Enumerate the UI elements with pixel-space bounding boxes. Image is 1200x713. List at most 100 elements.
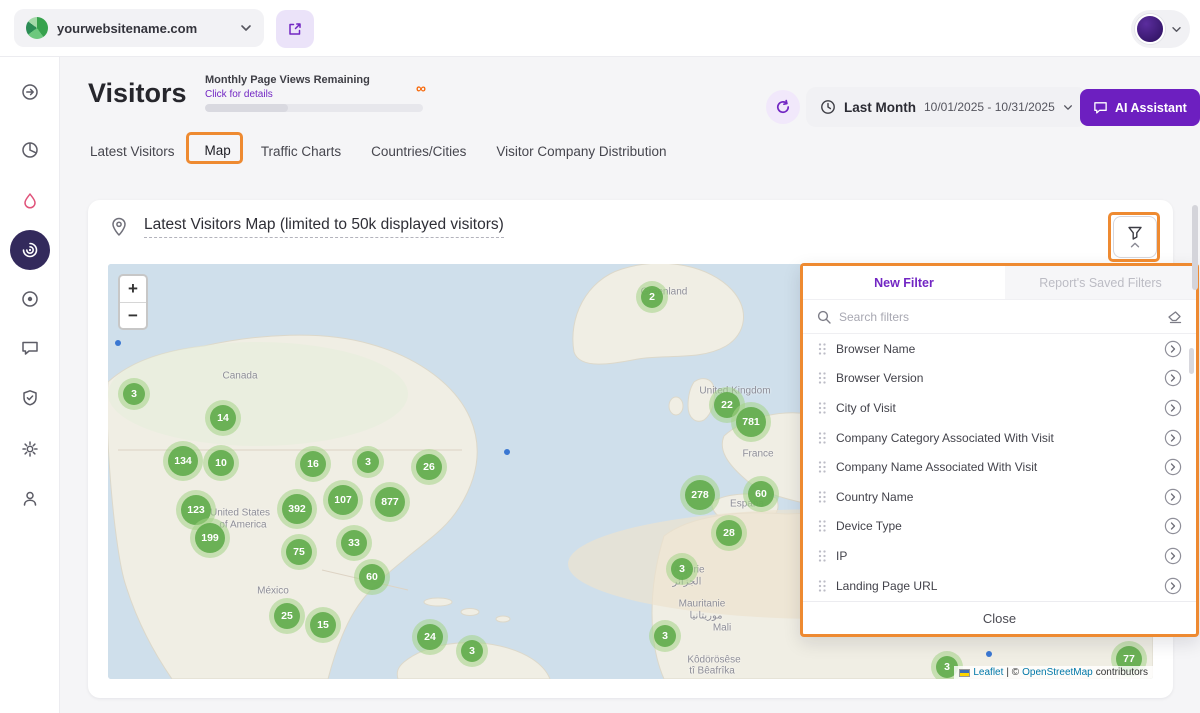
map-country-label: Canada <box>222 371 257 382</box>
ai-assistant-button[interactable]: AI Assistant <box>1080 89 1200 126</box>
open-website-button[interactable] <box>276 10 314 48</box>
apply-filter-icon[interactable] <box>1164 369 1182 387</box>
drag-handle-icon <box>817 371 827 385</box>
drag-handle-icon <box>817 579 827 593</box>
cluster-marker[interactable]: 75 <box>281 534 317 570</box>
map-filter-button[interactable] <box>1113 216 1157 258</box>
chat-icon <box>20 338 40 358</box>
sidebar-item-privacy[interactable] <box>10 378 50 418</box>
eraser-icon[interactable] <box>1167 310 1182 324</box>
visitor-dot[interactable] <box>115 340 121 346</box>
sidebar-item-modules[interactable] <box>10 72 50 112</box>
filter-item[interactable]: Browser Name <box>803 334 1196 364</box>
visitor-dot[interactable] <box>504 449 510 455</box>
cluster-marker[interactable]: 26 <box>411 449 447 485</box>
chevron-up-icon <box>1130 242 1140 248</box>
drag-handle-icon <box>817 490 827 504</box>
filter-item[interactable]: Device Type <box>803 512 1196 542</box>
cluster-marker[interactable]: 33 <box>336 525 372 561</box>
filter-item[interactable]: IP <box>803 541 1196 571</box>
search-filters-input[interactable] <box>839 310 1159 324</box>
cluster-marker[interactable]: 60 <box>354 559 390 595</box>
website-name: yourwebsitename.com <box>57 21 231 36</box>
search-icon <box>817 310 831 324</box>
cluster-marker[interactable]: 134 <box>163 441 203 481</box>
cluster-marker[interactable]: 199 <box>190 518 230 558</box>
cluster-marker[interactable]: 3 <box>118 378 150 410</box>
apply-filter-icon[interactable] <box>1164 429 1182 447</box>
infinity-badge: ∞ <box>416 80 426 96</box>
apply-filter-icon[interactable] <box>1164 488 1182 506</box>
cluster-marker[interactable]: 3 <box>649 620 681 652</box>
page-scrollbar[interactable] <box>1192 205 1198 290</box>
sidebar-item-communication[interactable] <box>10 328 50 368</box>
tab-new-filter[interactable]: New Filter <box>803 266 1005 299</box>
panel-scrollbar-thumb[interactable] <box>1189 348 1194 374</box>
zoom-in-button[interactable]: + <box>120 276 146 302</box>
tab-map[interactable]: Map <box>203 140 233 163</box>
refresh-button[interactable] <box>766 90 800 124</box>
sidebar-item-visitors[interactable] <box>10 230 50 270</box>
leaflet-link[interactable]: Leaflet <box>973 667 1003 678</box>
filter-panel-tabs: New Filter Report's Saved Filters <box>803 266 1196 300</box>
tab-visitor-company-distribution[interactable]: Visitor Company Distribution <box>494 141 668 162</box>
filter-item[interactable]: Landing Page URL <box>803 571 1196 601</box>
filter-item[interactable]: Company Name Associated With Visit <box>803 452 1196 482</box>
cluster-marker[interactable]: 2 <box>636 281 668 313</box>
filter-panel: New Filter Report's Saved Filters Browse… <box>800 263 1199 637</box>
cluster-marker[interactable]: 877 <box>370 482 410 522</box>
sidebar-item-web-analytics[interactable] <box>10 130 50 170</box>
cluster-marker[interactable]: 392 <box>277 489 317 529</box>
cluster-marker[interactable]: 25 <box>269 598 305 634</box>
cluster-marker[interactable]: 278 <box>680 475 720 515</box>
gear-icon <box>20 439 40 459</box>
visitor-dot[interactable] <box>986 651 992 657</box>
sidebar-item-companies[interactable] <box>10 279 50 319</box>
cluster-marker[interactable]: 60 <box>743 476 779 512</box>
filter-item[interactable]: City of Visit <box>803 393 1196 423</box>
pageviews-details-link[interactable]: Click for details <box>205 89 273 100</box>
filter-item[interactable]: Country Name <box>803 482 1196 512</box>
apply-filter-icon[interactable] <box>1164 399 1182 417</box>
filter-panel-close-button[interactable]: Close <box>803 601 1196 634</box>
tab-latest-visitors[interactable]: Latest Visitors <box>88 141 177 162</box>
website-selector[interactable]: yourwebsitename.com <box>14 9 264 47</box>
drag-handle-icon <box>817 431 827 445</box>
apply-filter-icon[interactable] <box>1164 547 1182 565</box>
filter-list: Browser NameBrowser VersionCity of Visit… <box>803 334 1196 601</box>
sidebar-item-settings[interactable] <box>10 429 50 469</box>
filter-item-label: Country Name <box>836 490 1155 504</box>
cluster-marker[interactable]: 15 <box>305 607 341 643</box>
filter-item[interactable]: Company Category Associated With Visit <box>803 423 1196 453</box>
cluster-marker[interactable]: 28 <box>711 515 747 551</box>
filter-item[interactable]: Browser Version <box>803 364 1196 394</box>
apply-filter-icon[interactable] <box>1164 517 1182 535</box>
cluster-marker[interactable]: 3 <box>666 553 698 585</box>
apply-filter-icon[interactable] <box>1164 458 1182 476</box>
cluster-marker[interactable]: 3 <box>456 635 488 667</box>
cluster-marker[interactable]: 14 <box>205 400 241 436</box>
zoom-out-button[interactable]: − <box>120 302 146 328</box>
cluster-marker[interactable]: 107 <box>323 480 363 520</box>
apply-filter-icon[interactable] <box>1164 577 1182 595</box>
sidebar-item-in-page-analytics[interactable] <box>10 181 50 221</box>
map-country-label: Mauritanie <box>679 599 726 610</box>
funnel-icon <box>1127 226 1143 241</box>
account-menu[interactable] <box>1131 10 1190 48</box>
tab-traffic-charts[interactable]: Traffic Charts <box>259 141 343 162</box>
apply-filter-icon[interactable] <box>1164 340 1182 358</box>
tab-saved-filters[interactable]: Report's Saved Filters <box>1005 266 1196 299</box>
cluster-marker[interactable]: 781 <box>731 402 771 442</box>
cluster-marker[interactable]: 3 <box>352 446 384 478</box>
filter-item-label: Device Type <box>836 519 1155 533</box>
cluster-marker[interactable]: 16 <box>295 446 331 482</box>
page-title: Visitors <box>88 78 187 109</box>
cluster-marker[interactable]: 10 <box>203 445 239 481</box>
osm-link[interactable]: OpenStreetMap <box>1022 667 1093 678</box>
chevron-down-icon <box>1063 104 1073 111</box>
sidebar-item-profile[interactable] <box>10 478 50 518</box>
cluster-marker[interactable]: 24 <box>412 619 448 655</box>
date-range-selector[interactable]: Last Month 10/01/2025 - 10/31/2025 <box>806 87 1087 127</box>
drag-handle-icon <box>817 460 827 474</box>
tab-countries-cities[interactable]: Countries/Cities <box>369 141 468 162</box>
